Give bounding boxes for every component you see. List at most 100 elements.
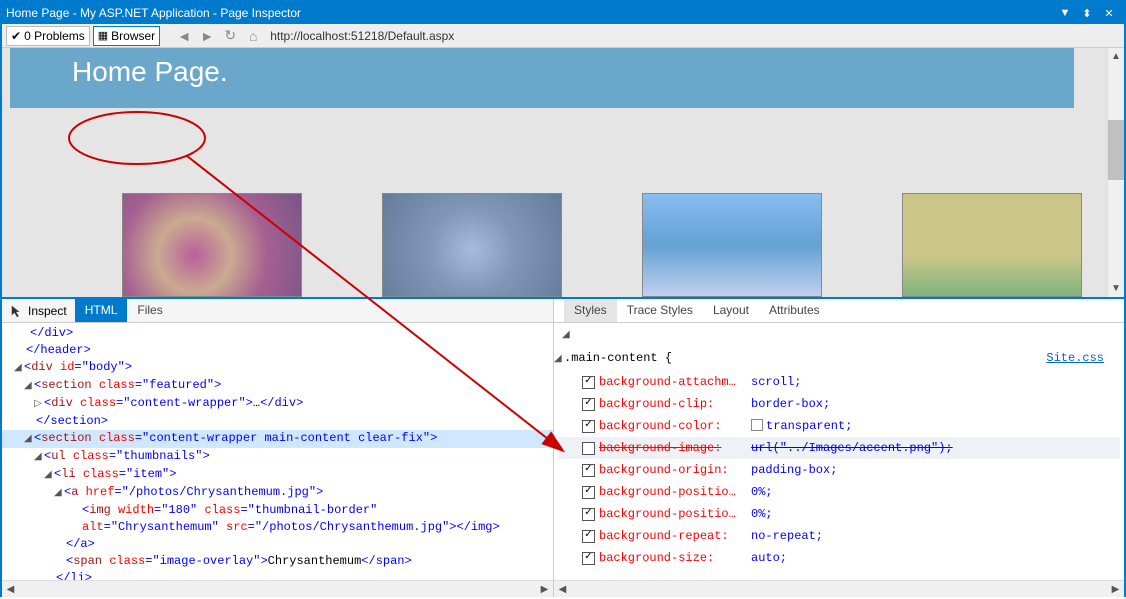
hero-title: Home Page. [72,56,228,87]
css-property-row[interactable]: background-clip:border-box; [558,393,1120,415]
property-name: background-clip: [599,393,747,415]
expander-icon[interactable]: ◢ [24,431,34,448]
property-name: background-attachm… [599,371,747,393]
css-rule-selector[interactable]: ◢.main-content { [558,347,1120,371]
property-value: 0%; [751,481,773,503]
property-checkbox[interactable] [582,464,595,477]
scroll-left-icon[interactable]: ◀ [2,581,19,597]
property-value: no-repeat; [751,525,823,547]
window-dropdown-icon[interactable]: ▼ [1054,7,1076,19]
expander-icon[interactable]: ◢ [34,449,44,466]
tab-html[interactable]: HTML [75,299,128,322]
property-checkbox[interactable] [582,486,595,499]
css-property-row[interactable]: background-image:url("../Images/accent.p… [558,437,1120,459]
scroll-up-icon[interactable]: ▲ [1108,48,1124,65]
expander-icon[interactable]: ◢ [44,467,54,484]
tree-node[interactable]: <img width="180" class="thumbnail-border… [2,502,553,519]
css-property-row[interactable]: background-attachm…scroll; [558,371,1120,393]
property-value: auto; [751,547,787,569]
expander-icon[interactable]: ◢ [554,349,564,371]
tab-trace-styles[interactable]: Trace Styles [617,299,703,322]
tree-node[interactable]: </section> [2,413,553,430]
tree-node[interactable]: ◢<div id="body"> [2,359,553,377]
tree-node[interactable]: </li> [2,570,553,580]
preview-scrollbar[interactable]: ▲ ▼ [1107,48,1124,297]
thumbnail-penguins[interactable] [642,193,822,297]
tab-files[interactable]: Files [127,299,172,322]
expander-icon[interactable]: ◢ [54,485,64,502]
problems-count: 0 Problems [24,29,85,43]
expander-icon[interactable]: ◢ [14,360,24,377]
css-source-link[interactable]: Site.css [1046,347,1104,369]
css-property-row[interactable]: background-size:auto; [558,547,1120,569]
property-value: border-box; [751,393,830,415]
window-close-icon[interactable]: ✕ [1098,7,1120,20]
tree-node[interactable]: <span class="image-overlay">Chrysanthemu… [2,553,553,570]
scroll-right-icon[interactable]: ▶ [1107,581,1124,597]
nav-back-icon[interactable]: ◄ [174,26,194,46]
styles-body[interactable]: ◢ ◢.main-content { Site.css background-a… [554,323,1124,580]
browser-tab-button[interactable]: ▦ Browser [93,26,160,46]
tree-node[interactable]: alt="Chrysanthemum" src="/photos/Chrysan… [2,519,553,536]
thumbnail-chrysanthemum[interactable] [122,193,302,297]
address-bar[interactable]: http://localhost:51218/Default.aspx [266,29,454,43]
property-checkbox[interactable] [582,442,595,455]
styles-panel: Styles Trace Styles Layout Attributes ◢ … [554,299,1124,597]
nav-forward-icon[interactable]: ► [197,26,217,46]
tree-node[interactable]: </header> [2,342,553,359]
property-checkbox[interactable] [582,398,595,411]
hero-banner: Home Page. [10,48,1074,108]
accent-area [10,108,1124,193]
expander-icon[interactable]: ◢ [24,378,34,395]
tree-node[interactable]: ◢<li class="item"> [2,466,553,484]
html-tree[interactable]: </div> </header> ◢<div id="body"> ◢<sect… [2,323,553,580]
browser-icon: ▦ [98,29,108,42]
scroll-left-icon[interactable]: ◀ [554,581,571,597]
property-checkbox[interactable] [582,420,595,433]
thumbnail-row [2,193,1124,297]
tree-node[interactable]: ◢<ul class="thumbnails"> [2,448,553,466]
nav-home-icon[interactable]: ⌂ [243,26,263,46]
property-name: background-positio… [599,503,747,525]
property-checkbox[interactable] [582,376,595,389]
tree-node[interactable]: </a> [2,536,553,553]
scroll-down-icon[interactable]: ▼ [1108,280,1124,297]
css-property-row[interactable]: background-positio…0%; [558,503,1120,525]
expander-icon[interactable]: ▷ [34,396,44,413]
right-hscroll[interactable]: ◀ ▶ [554,580,1124,597]
problems-indicator[interactable]: ✔ 0 Problems [6,26,90,46]
property-name: background-origin: [599,459,747,481]
rule-chevron-icon[interactable]: ◢ [558,325,1120,347]
left-tab-bar: Inspect HTML Files [2,299,553,323]
css-property-row[interactable]: background-positio…0%; [558,481,1120,503]
right-tab-bar: Styles Trace Styles Layout Attributes [554,299,1124,323]
window-maximize-icon[interactable]: ⬍ [1076,7,1098,20]
tree-node[interactable]: ◢<section class="featured"> [2,377,553,395]
property-name: background-color: [599,415,747,437]
property-name: background-positio… [599,481,747,503]
css-property-row[interactable]: background-color:transparent; [558,415,1120,437]
tree-node[interactable]: ▷<div class="content-wrapper">…</div> [2,395,553,413]
scroll-right-icon[interactable]: ▶ [536,581,553,597]
inspect-label: Inspect [28,304,67,318]
browser-label: Browser [111,29,155,43]
property-checkbox[interactable] [582,508,595,521]
tab-layout[interactable]: Layout [703,299,759,322]
scroll-thumb[interactable] [1108,120,1124,180]
nav-refresh-icon[interactable]: ↻ [220,26,240,46]
tree-node[interactable]: </div> [2,325,553,342]
thumbnail-tulips[interactable] [902,193,1082,297]
tab-styles[interactable]: Styles [564,299,617,322]
property-name: background-image: [599,437,747,459]
property-checkbox[interactable] [582,552,595,565]
tree-node-selected[interactable]: ◢<section class="content-wrapper main-co… [2,430,553,448]
property-name: background-size: [599,547,747,569]
property-checkbox[interactable] [582,530,595,543]
thumbnail-koala[interactable] [382,193,562,297]
left-hscroll[interactable]: ◀ ▶ [2,580,553,597]
tab-attributes[interactable]: Attributes [759,299,830,322]
css-property-row[interactable]: background-repeat:no-repeat; [558,525,1120,547]
css-property-row[interactable]: background-origin:padding-box; [558,459,1120,481]
tree-node[interactable]: ◢<a href="/photos/Chrysanthemum.jpg"> [2,484,553,502]
inspect-button[interactable]: Inspect [2,299,75,322]
